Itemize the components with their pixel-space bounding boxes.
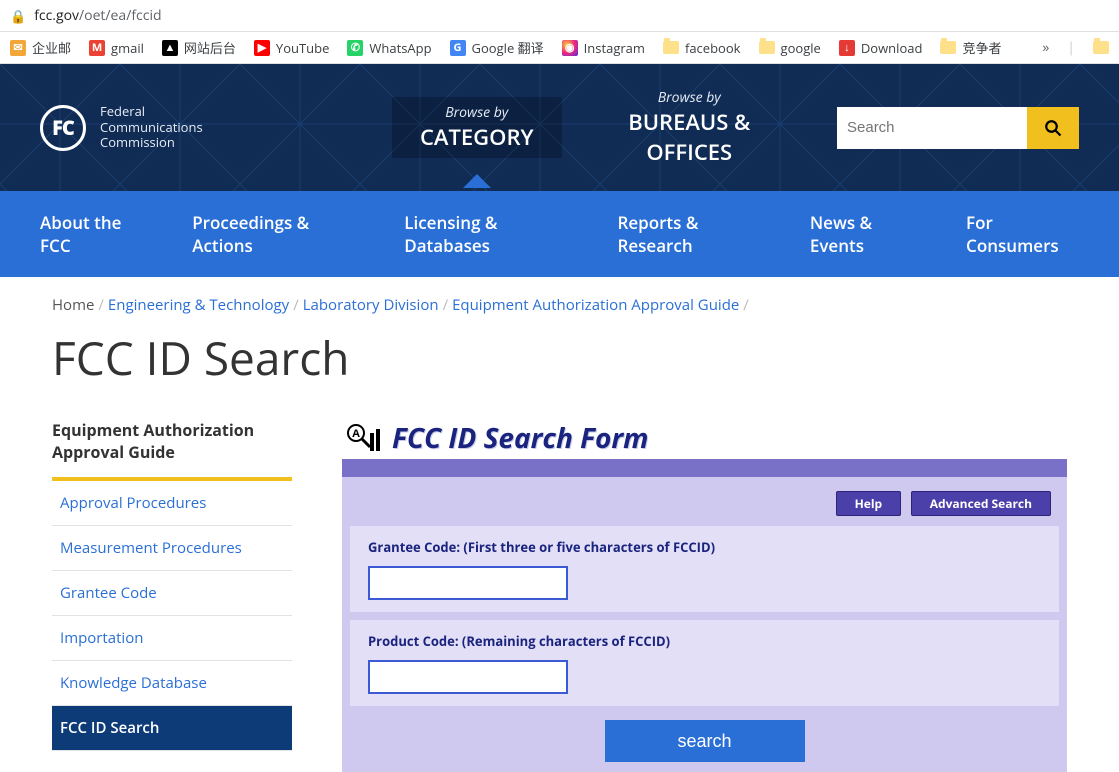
bookmark-item[interactable]: ◉ Instagram: [562, 39, 645, 57]
breadcrumb-item[interactable]: Laboratory Division: [303, 295, 439, 315]
grantee-code-block: Grantee Code: (First three or five chara…: [350, 526, 1059, 612]
bookmark-item[interactable]: Mgmail: [89, 39, 144, 57]
fcc-logo-text: Federal Communications Commission: [100, 104, 203, 151]
bookmarks-bar: ✉ 企业邮 Mgmail ▲ 网站后台 ▶ YouTube ✆ WhatsApp G Google …: [0, 32, 1119, 64]
svg-text:A: A: [352, 426, 360, 441]
bookmark-item[interactable]: ✆ WhatsApp: [347, 39, 431, 57]
browse-category: CATEGORY: [420, 122, 534, 152]
nav-item[interactable]: News & Events: [810, 191, 920, 277]
bookmarks-overflow[interactable]: »: [1042, 38, 1049, 57]
folder-icon: [940, 41, 956, 54]
search-icon: [1044, 119, 1062, 137]
grantee-code-label: Grantee Code: (First three or five chara…: [368, 538, 1041, 556]
bookmark-item[interactable]: 竞争者: [940, 38, 1001, 57]
sidebar-item[interactable]: Knowledge Database: [52, 661, 292, 706]
nav-item[interactable]: Proceedings & Actions: [192, 191, 358, 277]
fcc-logo[interactable]: FC Federal Communications Commission: [40, 104, 203, 151]
sidebar-item-label: FCC ID Search: [52, 706, 292, 750]
bookmark-label: 企业邮: [32, 38, 71, 57]
primary-nav: About the FCC Proceedings & Actions Licens…: [0, 191, 1119, 277]
sidebar-item-label: Approval Procedures: [52, 481, 292, 525]
form-header-bar: [342, 459, 1067, 477]
bookmark-label: YouTube: [276, 39, 329, 57]
browse-by-category[interactable]: Browse by CATEGORY: [392, 97, 562, 158]
form-panel: Help Advanced Search Grantee Code: (Firs…: [342, 477, 1067, 772]
browse-bureaus: BUREAUS & OFFICES: [610, 107, 769, 167]
help-button[interactable]: Help: [836, 491, 902, 516]
bookmark-icon: ▲: [162, 40, 178, 56]
sidebar-item[interactable]: Approval Procedures: [52, 481, 292, 526]
bookmark-label: gmail: [111, 39, 144, 57]
sidebar-heading: Equipment Authorization Approval Guide: [52, 419, 292, 481]
sidebar-item-label: Measurement Procedures: [52, 526, 292, 570]
breadcrumb-item[interactable]: Home: [52, 295, 94, 315]
breadcrumb: Home/Engineering & Technology/Laboratory…: [0, 277, 1119, 321]
form-title: FCC ID Search Form: [392, 419, 649, 457]
folder-icon: [759, 41, 775, 54]
folder-icon: [663, 41, 679, 54]
bookmark-item[interactable]: facebook: [663, 39, 741, 57]
sidebar-item[interactable]: Measurement Procedures: [52, 526, 292, 571]
bookmark-label: WhatsApp: [369, 39, 431, 57]
advanced-search-button[interactable]: Advanced Search: [911, 491, 1051, 516]
search-input[interactable]: [837, 107, 1027, 149]
bookmark-icon: ▶: [254, 40, 270, 56]
address-bar: 🔒 fcc.gov/oet/ea/fccid: [0, 0, 1119, 32]
sidebar-item-label: Grantee Code: [52, 571, 292, 615]
bookmark-icon: ✆: [347, 40, 363, 56]
bookmark-item[interactable]: G Google 翻译: [450, 38, 544, 57]
browse-by-label: Browse by: [610, 88, 769, 107]
grantee-code-input[interactable]: [368, 566, 568, 600]
search-button[interactable]: [1027, 107, 1079, 149]
fcc-logo-icon: FC: [40, 105, 86, 151]
bookmark-label: facebook: [685, 39, 741, 57]
url-display: fcc.gov/oet/ea/fccid: [34, 6, 161, 25]
product-code-label: Product Code: (Remaining characters of F…: [368, 632, 1041, 650]
folder-icon[interactable]: [1093, 41, 1109, 54]
bookmark-item[interactable]: ↓ Download: [839, 39, 923, 57]
nav-item[interactable]: Reports & Research: [617, 191, 763, 277]
url-path: /oet/ea/fccid: [79, 6, 162, 25]
browse-by-bureaus[interactable]: Browse by BUREAUS & OFFICES: [582, 82, 797, 173]
bookmark-label: google: [781, 39, 821, 57]
url-host: fcc.gov: [34, 6, 79, 25]
site-banner: FC Federal Communications Commission Bro…: [0, 64, 1119, 191]
search-submit-button[interactable]: search: [605, 720, 805, 762]
breadcrumb-item[interactable]: Equipment Authorization Approval Guide: [452, 295, 739, 315]
sidebar-item-label: Importation: [52, 616, 292, 660]
nav-item[interactable]: About the FCC: [40, 191, 146, 277]
breadcrumb-item[interactable]: Engineering & Technology: [108, 295, 289, 315]
nav-item[interactable]: Licensing & Databases: [404, 191, 571, 277]
sidebar-item[interactable]: FCC ID Search: [52, 706, 292, 751]
bookmark-item[interactable]: google: [759, 39, 821, 57]
sidebar-item-label: Knowledge Database: [52, 661, 292, 705]
bookmark-icon: ↓: [839, 40, 855, 56]
bookmark-icon: ✉: [10, 40, 26, 56]
nav-item[interactable]: For Consumers: [966, 191, 1079, 277]
sidebar: Equipment Authorization Approval Guide A…: [52, 419, 292, 772]
bookmark-label: 网站后台: [184, 38, 236, 57]
bookmark-label: Instagram: [584, 39, 645, 57]
product-code-input[interactable]: [368, 660, 568, 694]
bookmark-label: Download: [861, 39, 923, 57]
bookmark-item[interactable]: ✉ 企业邮: [10, 38, 71, 57]
bookmark-icon: M: [89, 40, 105, 56]
sidebar-item[interactable]: Grantee Code: [52, 571, 292, 616]
lock-icon: 🔒: [10, 7, 26, 25]
browse-by-label: Browse by: [420, 103, 534, 122]
bookmark-label: Google 翻译: [472, 38, 544, 57]
bookmark-item[interactable]: ▲ 网站后台: [162, 38, 236, 57]
logo-line: Commission: [100, 133, 175, 151]
sidebar-item[interactable]: Importation: [52, 616, 292, 661]
global-search: [837, 107, 1079, 149]
bookmark-icon: G: [450, 40, 466, 56]
form-search-icon: A: [342, 423, 386, 453]
bookmark-icon: ◉: [562, 40, 578, 56]
page-title: FCC ID Search: [0, 321, 1119, 419]
product-code-block: Product Code: (Remaining characters of F…: [350, 620, 1059, 706]
main-content: A FCC ID Search Form Help Advanced Searc…: [342, 419, 1067, 772]
bookmark-item[interactable]: ▶ YouTube: [254, 39, 329, 57]
bookmark-label: 竞争者: [962, 38, 1001, 57]
